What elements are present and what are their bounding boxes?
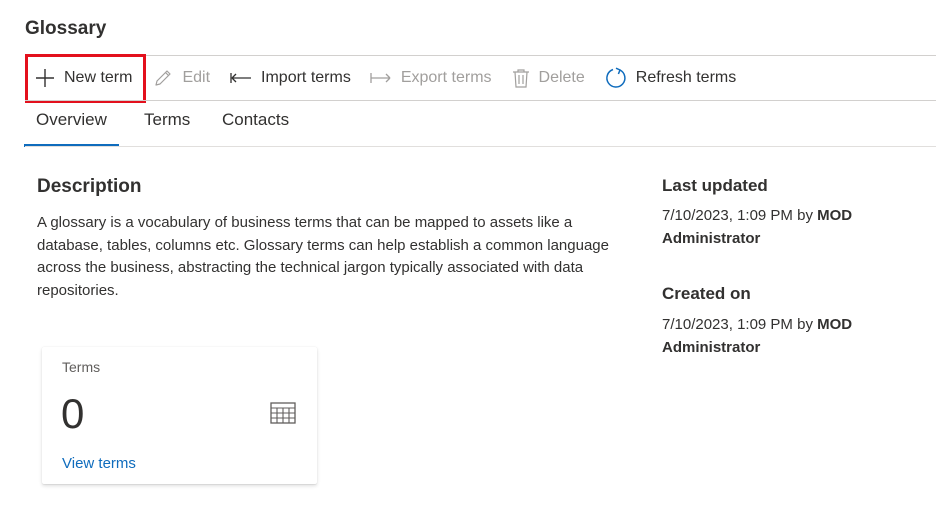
description-heading: Description: [37, 176, 142, 197]
new-term-label: New term: [64, 69, 133, 86]
import-arrow-icon: [230, 71, 252, 85]
view-terms-link[interactable]: View terms: [62, 455, 136, 472]
description-text: A glossary is a vocabulary of business t…: [37, 214, 609, 300]
edit-button[interactable]: Edit: [153, 56, 210, 100]
terms-card-label: Terms: [62, 359, 101, 375]
refresh-terms-label: Refresh terms: [635, 69, 737, 86]
table-grid-icon: [270, 402, 296, 429]
glossary-page: Glossary New term Edit Import terms Expo…: [0, 0, 936, 513]
tab-contacts[interactable]: Contacts: [222, 110, 289, 146]
export-terms-label: Export terms: [400, 69, 492, 86]
edit-label: Edit: [182, 69, 211, 86]
command-bar: New term Edit Import terms Export terms: [25, 53, 736, 103]
created-on-date: 7/10/2023, 1:09 PM by: [662, 316, 818, 333]
page-title: Glossary: [25, 18, 107, 39]
last-updated-value: 7/10/2023, 1:09 PM by MOD Administrator: [662, 205, 912, 250]
import-terms-button[interactable]: Import terms: [230, 56, 351, 100]
tab-terms[interactable]: Terms: [144, 110, 190, 146]
last-updated-label: Last updated: [662, 176, 768, 195]
refresh-terms-button[interactable]: Refresh terms: [605, 56, 736, 100]
toolbar-divider: [25, 100, 936, 101]
delete-label: Delete: [538, 69, 585, 86]
tab-overview[interactable]: Overview: [24, 110, 119, 147]
pencil-icon: [153, 68, 173, 88]
created-on-value: 7/10/2023, 1:09 PM by MOD Administrator: [662, 314, 912, 359]
last-updated-date: 7/10/2023, 1:09 PM by: [662, 207, 818, 224]
terms-card: Terms 0 View terms: [42, 347, 317, 484]
new-term-button[interactable]: New term: [25, 53, 147, 103]
import-terms-label: Import terms: [261, 69, 351, 86]
export-terms-button[interactable]: Export terms: [370, 56, 492, 100]
trash-icon: [512, 68, 530, 88]
plus-icon: [35, 68, 55, 88]
tabs-divider: [25, 146, 936, 147]
terms-count: 0: [61, 390, 85, 437]
delete-button[interactable]: Delete: [512, 56, 585, 100]
export-arrow-icon: [370, 71, 392, 85]
created-on-label: Created on: [662, 284, 751, 303]
refresh-icon: [605, 67, 627, 89]
